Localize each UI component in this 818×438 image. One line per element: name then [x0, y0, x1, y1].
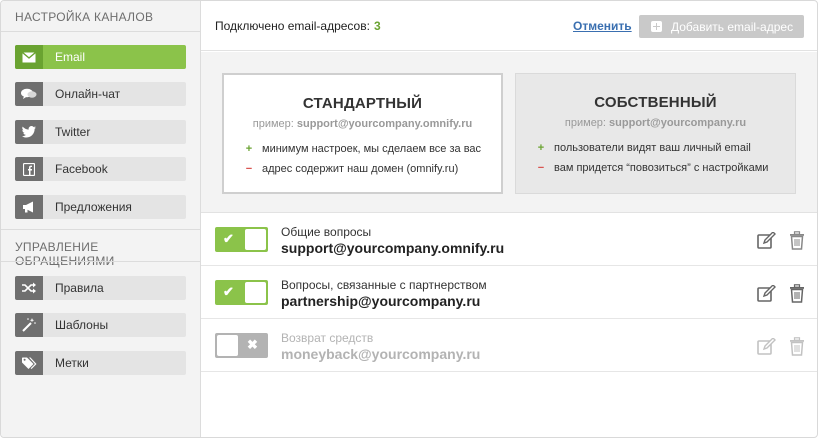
example-prefix: пример: — [564, 117, 606, 129]
divider — [1, 229, 200, 230]
option-example: пример: support@yourcompany.ru — [516, 117, 795, 129]
email-row: ✔ Вопросы, связанные с партнерством part… — [201, 267, 817, 319]
cancel-link[interactable]: Отменить — [573, 19, 632, 33]
plus-icon — [651, 21, 662, 32]
email-name: Общие вопросы — [281, 225, 372, 239]
option-title: СТАНДАРТНЫЙ — [302, 95, 423, 112]
magic-wand-icon — [15, 313, 43, 337]
option-title: СОБСТВЕННЫЙ — [594, 94, 717, 111]
sidebar-item-label: Предложения — [55, 200, 132, 214]
option-example: пример: support@yourcompany.omnify.ru — [224, 118, 501, 130]
sidebar-item-chat[interactable]: Онлайн-чат — [15, 82, 186, 106]
disadvantage-text: адрес содержит наш домен (omnify.ru) — [262, 163, 459, 175]
email-toggle[interactable]: ✖ — [215, 333, 268, 358]
sidebar-item-twitter[interactable]: Twitter — [15, 120, 186, 144]
megaphone-icon — [15, 195, 43, 219]
plus-icon: + — [245, 143, 253, 155]
sidebar-item-label: Twitter — [55, 125, 91, 139]
email-toggle[interactable]: ✔ — [215, 280, 268, 305]
sidebar-item-tags[interactable]: Метки — [15, 351, 186, 375]
disadvantage-text: вам придется “повозиться” с настройками — [554, 162, 769, 174]
option-disadvantage: − вам придется “повозиться” с настройками — [536, 162, 769, 174]
email-name: Вопросы, связанные с партнерством — [281, 278, 487, 292]
trash-icon[interactable] — [789, 284, 805, 303]
sidebar-item-label: Шаблоны — [55, 318, 109, 332]
checkmark-icon: ✔ — [223, 284, 234, 299]
divider — [1, 31, 200, 32]
tags-icon — [15, 351, 43, 375]
sidebar-item-label: Email — [55, 50, 86, 64]
connected-emails-summary: Подключено email-адресов: 3 — [215, 19, 381, 33]
checkmark-icon: ✔ — [223, 231, 234, 246]
option-advantage: + минимум настроек, мы сделаем все за вас — [244, 143, 481, 155]
email-toggle[interactable]: ✔ — [215, 227, 268, 252]
sidebar-item-templates[interactable]: Шаблоны — [15, 313, 186, 337]
option-disadvantage: − адрес содержит наш домен (omnify.ru) — [244, 163, 458, 175]
email-address: moneyback@yourcompany.ru — [281, 346, 481, 362]
toggle-knob — [217, 335, 238, 356]
add-email-button[interactable]: Добавить email-адрес — [639, 15, 804, 38]
sidebar-item-label: Facebook — [55, 162, 108, 176]
app-window: НАСТРОЙКА КАНАЛОВ Email Онлайн-чат Twitt… — [0, 0, 818, 438]
advantage-text: пользователи видят ваш личный email — [554, 142, 751, 154]
sidebar-item-label: Онлайн-чат — [55, 87, 121, 101]
divider — [1, 261, 200, 262]
connected-count: 3 — [373, 19, 381, 33]
handling-section-title: УПРАВЛЕНИЕ ОБРАЩЕНИЯМИ — [15, 240, 115, 268]
sidebar-item-rules[interactable]: Правила — [15, 276, 186, 300]
header-bar: Подключено email-адресов: 3 Отменить Доба… — [201, 1, 817, 51]
email-row: ✖ Возврат средств moneyback@yourcompany.… — [201, 320, 817, 372]
sidebar-item-facebook[interactable]: Facebook — [15, 157, 186, 181]
email-name: Возврат средств — [281, 331, 374, 345]
shuffle-icon — [15, 276, 43, 300]
standard-option-card[interactable]: СТАНДАРТНЫЙ пример: support@yourcompany.… — [222, 73, 503, 194]
advantage-text: минимум настроек, мы сделаем все за вас — [262, 143, 482, 155]
option-advantage: + пользователи видят ваш личный email — [536, 142, 751, 154]
trash-icon[interactable] — [789, 231, 805, 250]
facebook-icon — [15, 157, 43, 181]
example-value: support@yourcompany.ru — [609, 117, 747, 129]
chat-bubbles-icon — [15, 82, 43, 106]
minus-icon: − — [245, 163, 253, 175]
connected-label: Подключено email-адресов: — [215, 19, 370, 33]
sidebar-item-email[interactable]: Email — [15, 45, 186, 69]
edit-icon[interactable] — [757, 285, 777, 303]
custom-option-card[interactable]: СОБСТВЕННЫЙ пример: support@yourcompany.… — [515, 73, 796, 194]
example-value: support@yourcompany.omnify.ru — [296, 118, 473, 130]
example-prefix: пример: — [252, 118, 294, 130]
address-type-options: СТАНДАРТНЫЙ пример: support@yourcompany.… — [201, 52, 817, 213]
sidebar-item-label: Правила — [55, 281, 104, 295]
sidebar-item-suggestions[interactable]: Предложения — [15, 195, 186, 219]
toggle-knob — [245, 282, 266, 303]
edit-icon[interactable] — [757, 338, 777, 356]
email-address: support@yourcompany.omnify.ru — [281, 240, 505, 256]
email-address: partnership@yourcompany.ru — [281, 293, 481, 309]
trash-icon[interactable] — [789, 337, 805, 356]
email-row: ✔ Общие вопросы support@yourcompany.omni… — [201, 214, 817, 266]
toggle-knob — [245, 229, 266, 250]
channels-section-title: НАСТРОЙКА КАНАЛОВ — [15, 10, 154, 24]
envelope-icon — [15, 45, 43, 69]
sidebar-item-label: Метки — [55, 356, 89, 370]
add-email-label: Добавить email-адрес — [671, 19, 794, 34]
twitter-bird-icon — [15, 120, 43, 144]
close-icon: ✖ — [247, 337, 258, 352]
plus-icon: + — [537, 142, 545, 154]
minus-icon: − — [537, 162, 545, 174]
sidebar: НАСТРОЙКА КАНАЛОВ Email Онлайн-чат Twitt… — [1, 1, 201, 437]
edit-icon[interactable] — [757, 232, 777, 250]
